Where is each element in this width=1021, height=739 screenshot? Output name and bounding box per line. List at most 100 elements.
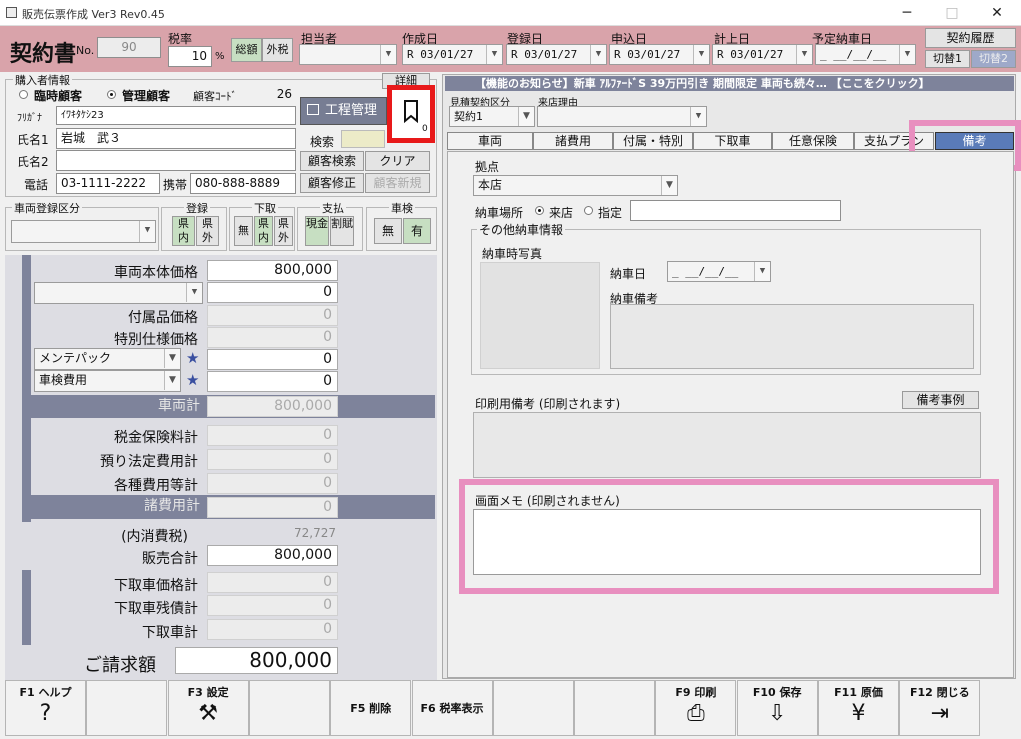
- created-date[interactable]: R 03/01/27 ▼: [402, 44, 503, 65]
- body-price-field[interactable]: 800,000: [207, 260, 338, 281]
- help-icon: ?: [39, 701, 52, 726]
- name1-field[interactable]: 岩城 武３: [56, 128, 296, 149]
- memo-field[interactable]: [473, 509, 981, 575]
- f2-button[interactable]: [86, 680, 168, 736]
- inspect-cost-select[interactable]: 車検費用 ▼: [34, 370, 181, 392]
- switch2-button[interactable]: 切替2: [971, 50, 1016, 68]
- customer-modify-button[interactable]: 顧客修正: [300, 173, 364, 193]
- mobile-field[interactable]: 080-888-8889: [190, 173, 296, 194]
- tax-field[interactable]: 10: [168, 46, 212, 67]
- vehicle-total-label: 車両計: [22, 395, 202, 418]
- trade-in-button[interactable]: 県内: [254, 216, 273, 246]
- search-label: 検索: [310, 135, 335, 149]
- f7-button[interactable]: [492, 680, 574, 736]
- chevron-down-icon: ▼: [380, 45, 396, 64]
- tax-ins-field: 0: [207, 425, 338, 446]
- chevron-down-icon: ▼: [754, 262, 770, 281]
- base-select[interactable]: 本店 ▼: [473, 175, 678, 196]
- maint-field[interactable]: 0: [207, 349, 338, 370]
- reg-out-button[interactable]: 県外: [196, 216, 219, 246]
- example-button[interactable]: 備考事例: [902, 391, 979, 409]
- star-icon[interactable]: ★: [186, 371, 199, 389]
- header-bar: 契約書 No. 90 税率 10 % 総額 外税 担当者 ▼ 作成日 R 03/…: [0, 26, 1021, 72]
- customer-search-button[interactable]: 顧客検索: [300, 151, 364, 171]
- chevron-down-icon: ▼: [693, 45, 709, 64]
- estimate-select[interactable]: 契約1 ▼: [449, 106, 535, 127]
- acc-field: 0: [207, 305, 338, 326]
- inspect-yes-button[interactable]: 有: [403, 218, 431, 244]
- chevron-down-icon: ▼: [164, 349, 180, 368]
- tab-accessories[interactable]: 付属・特別: [613, 132, 693, 150]
- pay-cash-button[interactable]: 現金: [305, 216, 329, 246]
- extra-item-select[interactable]: ▼: [34, 282, 203, 304]
- maximize-button[interactable]: □: [929, 0, 975, 26]
- contract-history-button[interactable]: 契約履歴: [925, 28, 1016, 48]
- inspect-cost-field[interactable]: 0: [207, 371, 338, 392]
- place-spec-field[interactable]: [630, 200, 841, 221]
- trade-out-button[interactable]: 県外: [274, 216, 293, 246]
- radio-place-spec[interactable]: [584, 206, 593, 215]
- close-button[interactable]: ✕: [974, 0, 1020, 26]
- due-date[interactable]: _ __/__/__ ▼: [815, 44, 916, 65]
- clear-button[interactable]: クリア: [365, 151, 430, 171]
- photo-area[interactable]: [480, 262, 600, 369]
- tab-trade[interactable]: 下取車: [693, 132, 772, 150]
- deliver-note-field[interactable]: [610, 304, 974, 369]
- tab-fees[interactable]: 諸費用: [533, 132, 613, 150]
- tab-insurance[interactable]: 任意保険: [772, 132, 854, 150]
- radio-place-store[interactable]: [535, 206, 544, 215]
- name2-field[interactable]: [56, 150, 296, 171]
- phone-label: 電話: [24, 178, 49, 192]
- star-icon[interactable]: ★: [186, 349, 199, 367]
- maint-select[interactable]: メンテパック ▼: [34, 348, 181, 370]
- koutei-button[interactable]: 工程管理: [300, 97, 387, 125]
- inspect-no-button[interactable]: 無: [374, 218, 402, 244]
- body-price-label: 車両本体価格: [114, 265, 198, 281]
- trade-debt-field: 0: [207, 595, 338, 616]
- vehicle-reg-select[interactable]: ▼: [11, 220, 156, 243]
- vehicle-total-field: 800,000: [207, 396, 338, 417]
- switch1-button[interactable]: 切替1: [925, 50, 970, 68]
- radio-mgmt[interactable]: [107, 90, 116, 99]
- f3-settings-button[interactable]: F3 設定 ⚒: [167, 680, 249, 736]
- place-spec-label: 指定: [598, 206, 623, 220]
- radio-temp[interactable]: [19, 90, 28, 99]
- f10-save-button[interactable]: F10 保存 ⇩: [736, 680, 818, 736]
- f12-close-button[interactable]: F12 閉じる ⇥: [899, 680, 981, 736]
- tax-total-button[interactable]: 総額: [231, 38, 262, 62]
- f8-button[interactable]: [574, 680, 656, 736]
- f11-cost-button[interactable]: F11 原価 ¥: [818, 680, 899, 736]
- extra-item-field[interactable]: 0: [207, 282, 338, 303]
- deliver-date-field[interactable]: _ __/__/__ ▼: [667, 261, 771, 282]
- tools-icon: ⚒: [198, 701, 218, 726]
- reg-date[interactable]: R 03/01/27 ▼: [506, 44, 607, 65]
- window-title: 販売伝票作成 Ver3 Rev0.45: [22, 8, 165, 21]
- tab-vehicle[interactable]: 車両: [447, 132, 533, 150]
- deposit-label: 預り法定費用計: [100, 454, 198, 470]
- f6-tax-display-button[interactable]: F6 税率表示: [411, 680, 493, 736]
- search-input[interactable]: [341, 130, 385, 148]
- phone-field[interactable]: 03-1111-2222: [56, 173, 160, 194]
- post-date[interactable]: R 03/01/27 ▼: [712, 44, 813, 65]
- tanto-select[interactable]: ▼: [299, 44, 397, 65]
- reg-in-button[interactable]: 県内: [172, 216, 195, 246]
- apply-date[interactable]: R 03/01/27 ▼: [609, 44, 710, 65]
- bookmark-highlight[interactable]: 0: [387, 85, 435, 143]
- f1-help-button[interactable]: F1 ヘルプ?: [5, 680, 86, 736]
- notice-banner[interactable]: 【機能のお知らせ】新車 ｱﾙﾌｧｰﾄﾞS 39万円引き 期間限定 車両も続々… …: [445, 76, 1014, 91]
- minimize-button[interactable]: ─: [884, 0, 930, 26]
- save-icon: ⇩: [767, 701, 787, 726]
- reason-select[interactable]: ▼: [537, 106, 707, 127]
- furigana-field[interactable]: ｲﾜｷﾀｹｼ23: [56, 106, 296, 125]
- f5-delete-button[interactable]: F5 削除: [330, 680, 412, 736]
- cust-code: 26: [276, 87, 292, 101]
- tax-ex-button[interactable]: 外税: [262, 38, 293, 62]
- pay-loan-button[interactable]: 割賦: [330, 216, 354, 246]
- f4-button[interactable]: [248, 680, 330, 736]
- trade-none-button[interactable]: 無: [234, 216, 253, 246]
- tab-remarks[interactable]: 備考: [935, 132, 1014, 150]
- fkey-label: F11 原価: [834, 686, 883, 699]
- print-note-field[interactable]: [473, 412, 981, 478]
- customer-new-button[interactable]: 顧客新規: [365, 173, 430, 193]
- f9-print-button[interactable]: F9 印刷 ⎙: [655, 680, 737, 736]
